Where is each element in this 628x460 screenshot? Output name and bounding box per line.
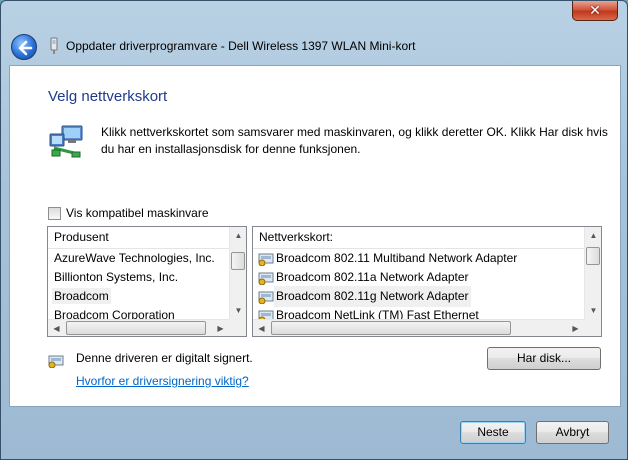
scroll-up-arrow-icon[interactable]: ▲ xyxy=(230,227,246,244)
scroll-down-arrow-icon[interactable]: ▼ xyxy=(585,302,601,319)
window-title: Oppdater driverprogramvare - Dell Wirele… xyxy=(66,39,416,53)
show-compatible-label: Vis kompatibel maskinvare xyxy=(66,206,209,220)
adapter-horizontal-scrollbar[interactable]: ◀ ▶ xyxy=(253,319,584,336)
content-panel: Velg nettverkskort Klikk nettverkskortet… xyxy=(9,65,621,407)
certified-driver-icon xyxy=(258,253,274,266)
have-disk-button[interactable]: Har disk... xyxy=(487,347,601,370)
certified-driver-icon xyxy=(258,291,274,304)
next-button[interactable]: Neste xyxy=(460,421,526,444)
scroll-right-arrow-icon[interactable]: ▶ xyxy=(567,320,584,336)
back-button[interactable] xyxy=(11,34,37,60)
back-arrow-icon xyxy=(18,40,33,56)
manufacturer-rows: AzureWave Technologies, Inc. Billionton … xyxy=(48,249,229,319)
close-icon: ✕ xyxy=(589,2,601,18)
certified-driver-icon xyxy=(258,272,274,285)
scroll-thumb[interactable] xyxy=(231,252,245,270)
dialog-footer: Neste Avbryt xyxy=(1,408,627,460)
manufacturer-item[interactable]: Billionton Systems, Inc. xyxy=(48,268,229,287)
manufacturer-item[interactable]: AzureWave Technologies, Inc. xyxy=(48,249,229,268)
driver-signing-link[interactable]: Hvorfor er driversignering viktig? xyxy=(76,374,249,388)
certified-driver-icon xyxy=(258,310,274,319)
adapter-rows: Broadcom 802.11 Multiband Network Adapte… xyxy=(253,249,584,319)
adapter-item[interactable]: Broadcom 802.11 Multiband Network Adapte… xyxy=(253,249,584,268)
adapter-item[interactable]: Broadcom 802.11a Network Adapter xyxy=(253,268,584,287)
scroll-thumb[interactable] xyxy=(586,247,600,265)
signed-driver-icon xyxy=(48,355,64,368)
page-heading: Velg nettverkskort xyxy=(48,88,168,105)
scroll-up-arrow-icon[interactable]: ▲ xyxy=(585,227,601,244)
adapter-list[interactable]: Nettverkskort: Broadcom 802.11 Multiband… xyxy=(252,226,602,337)
network-adapter-icon xyxy=(49,125,83,158)
cancel-button[interactable]: Avbryt xyxy=(536,421,609,444)
scroll-right-arrow-icon[interactable]: ▶ xyxy=(212,320,229,336)
device-icon xyxy=(50,37,58,54)
signature-status: Denne driveren er digitalt signert. xyxy=(76,351,253,365)
close-button[interactable]: ✕ xyxy=(572,1,618,21)
manufacturer-vertical-scrollbar[interactable]: ▲ ▼ xyxy=(229,227,246,319)
adapter-header: Nettverkskort: xyxy=(253,227,584,249)
dialog-window: ✕ Oppdater driverprogramvare - Dell Wire… xyxy=(0,0,628,460)
show-compatible-checkbox[interactable] xyxy=(48,206,61,220)
scroll-down-arrow-icon[interactable]: ▼ xyxy=(230,302,246,319)
manufacturer-list[interactable]: Produsent AzureWave Technologies, Inc. B… xyxy=(47,226,247,337)
manufacturer-header: Produsent xyxy=(48,227,229,249)
manufacturer-item-selected[interactable]: Broadcom xyxy=(48,287,229,306)
scroll-thumb[interactable] xyxy=(271,321,511,335)
scroll-left-arrow-icon[interactable]: ◀ xyxy=(48,320,65,336)
adapter-vertical-scrollbar[interactable]: ▲ ▼ xyxy=(584,227,601,319)
show-compatible-row[interactable]: Vis kompatibel maskinvare xyxy=(48,206,209,220)
manufacturer-item[interactable]: Broadcom Corporation xyxy=(48,306,229,319)
instructions-text: Klikk nettverkskortet som samsvarer med … xyxy=(101,125,608,156)
scroll-left-arrow-icon[interactable]: ◀ xyxy=(253,320,270,336)
scroll-thumb[interactable] xyxy=(66,321,206,335)
adapter-item[interactable]: Broadcom NetLink (TM) Fast Ethernet xyxy=(253,306,584,319)
manufacturer-horizontal-scrollbar[interactable]: ◀ ▶ xyxy=(48,319,229,336)
adapter-item-selected[interactable]: Broadcom 802.11g Network Adapter xyxy=(253,286,584,307)
